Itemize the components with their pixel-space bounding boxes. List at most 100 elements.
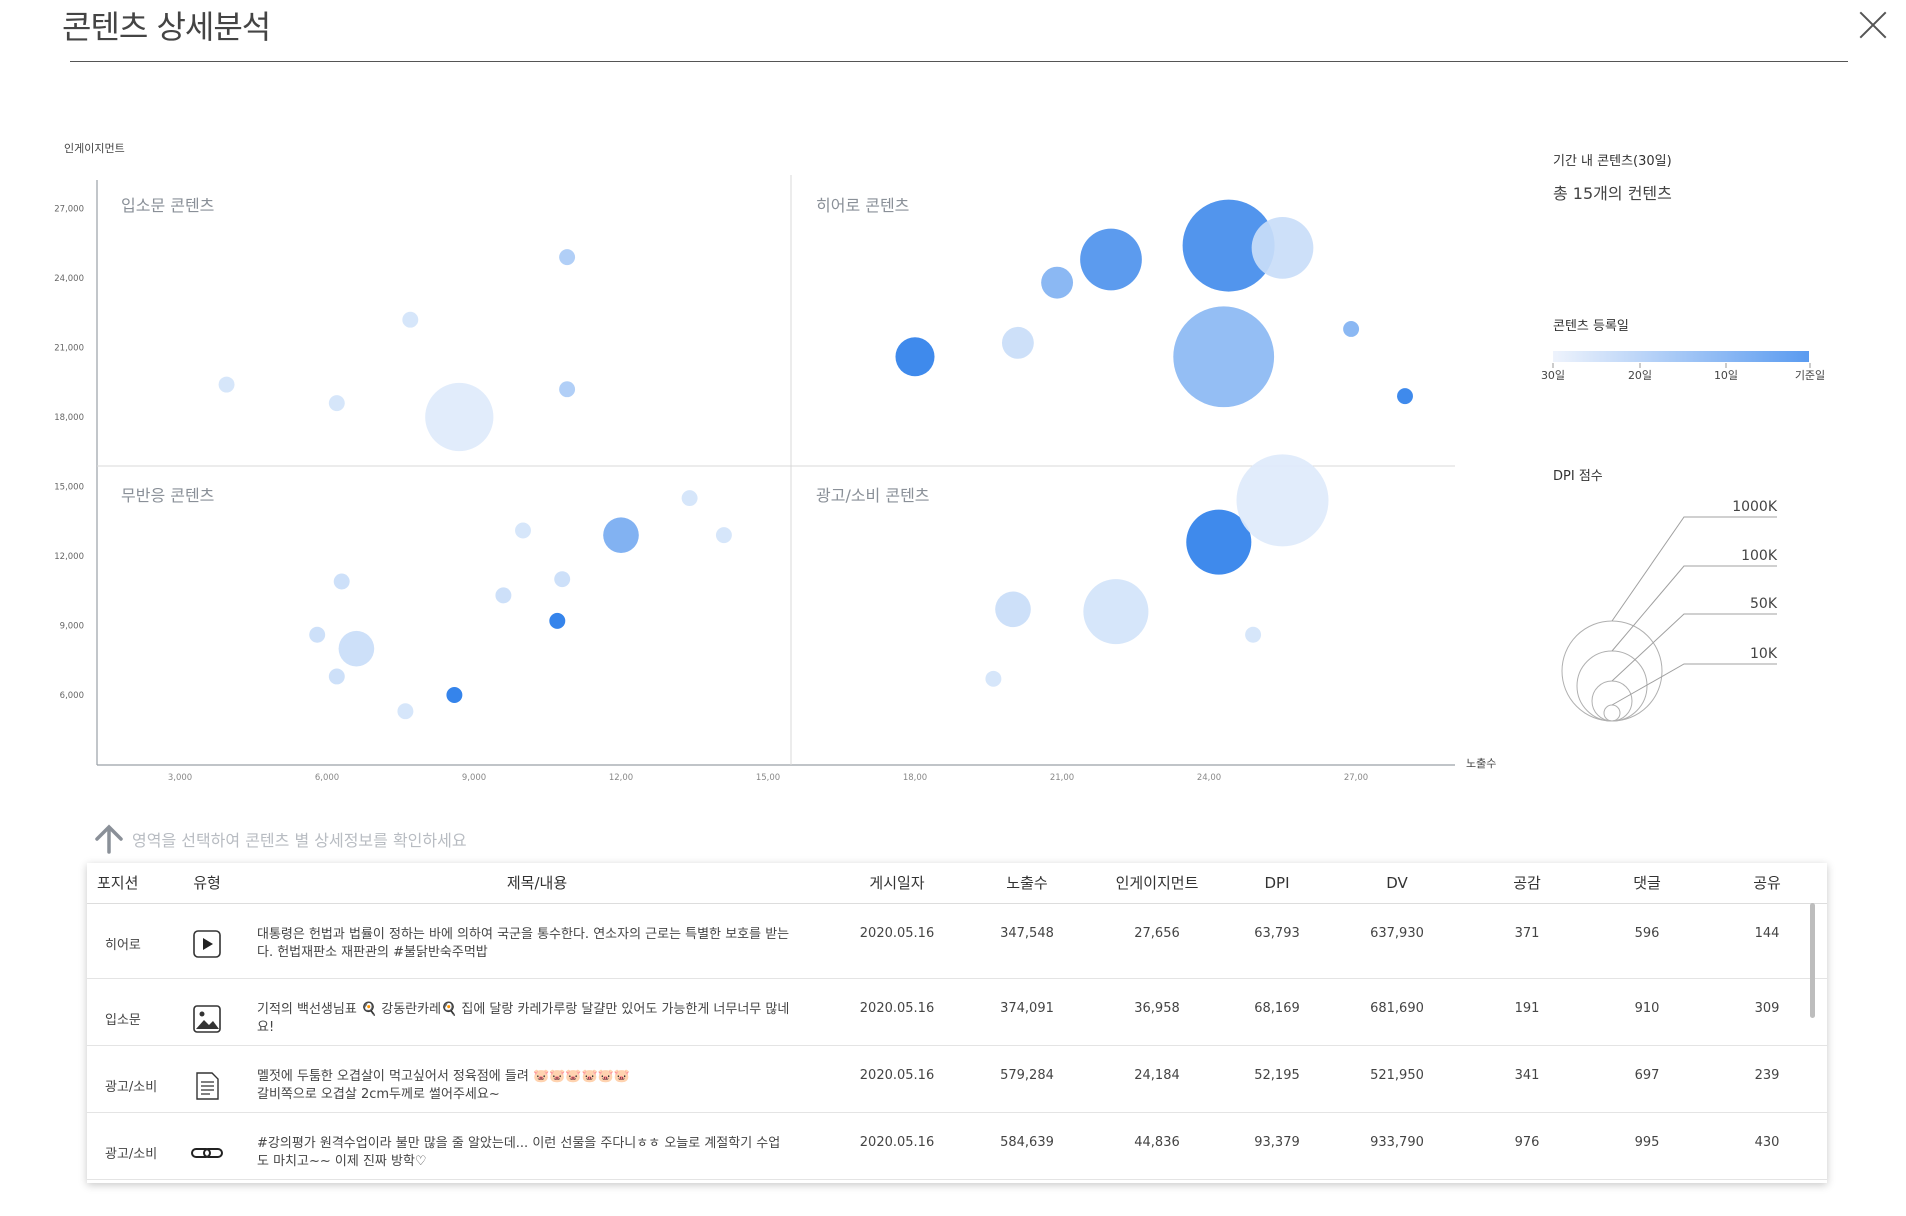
bubble-point[interactable] [985, 670, 1002, 687]
bubble-point[interactable] [309, 626, 326, 643]
x-tick-label: 3,000 [168, 773, 192, 783]
cell-engagement: 27,656 [1087, 903, 1227, 979]
bubble-point[interactable] [1041, 266, 1074, 299]
cell-shares: 239 [1707, 1045, 1827, 1113]
bubble-point[interactable] [397, 703, 414, 720]
quadrant-label[interactable]: 광고/소비 콘텐츠 [816, 486, 930, 505]
header-comments[interactable]: 댓글 [1587, 863, 1707, 904]
bubble-point[interactable] [1083, 579, 1149, 645]
bubble-point[interactable] [1080, 228, 1142, 291]
cell-impressions: 579,284 [967, 1045, 1087, 1113]
header-position[interactable]: 포지션 [87, 863, 167, 904]
bubble-point[interactable] [515, 522, 531, 539]
bubble-point[interactable] [1236, 454, 1329, 547]
cell-comments: 910 [1587, 978, 1707, 1046]
cell-comments: 596 [1587, 903, 1707, 979]
header-title[interactable]: 제목/내용 [247, 863, 827, 904]
header-dpi[interactable]: DPI [1227, 863, 1327, 904]
bubble-point[interactable] [559, 381, 576, 398]
bubble-point[interactable] [1001, 326, 1034, 359]
header-engagement[interactable]: 인게이지먼트 [1087, 863, 1227, 904]
cell-content[interactable]: 대통령은 헌법과 법률이 정하는 바에 의하여 국군을 통수한다. 연소자의 근… [247, 903, 827, 979]
bubble-point[interactable] [995, 591, 1031, 628]
x-tick-label: 21,00 [1050, 773, 1074, 783]
cell-dv: 933,790 [1327, 1112, 1467, 1180]
bubble-point[interactable] [554, 571, 571, 588]
table-row[interactable]: 입소문 기적의 백선생님표 🍳 강동란카레🍳 집에 달랑 카레가루랑 달걀만 있… [87, 978, 1827, 1046]
cell-likes: 191 [1467, 978, 1587, 1046]
table-row[interactable]: 광고/소비 멜젓에 두툼한 오겹살이 먹고싶어서 정육점에 들려 🐷🐷🐷🐷🐷🐷 갈… [87, 1045, 1827, 1113]
bubble-point[interactable] [681, 490, 698, 507]
cell-comments: 697 [1587, 1045, 1707, 1113]
dpi-legend-label: 1000K [1732, 499, 1778, 515]
bubble-point[interactable] [425, 382, 494, 452]
table-row[interactable]: 광고/소비 #강의평가 원격수업이라 불만 많을 줄 알았는데... 이런 선물… [87, 1112, 1827, 1180]
y-tick-label: 21,000 [54, 344, 84, 354]
bubble-point[interactable] [338, 630, 375, 667]
header-impressions[interactable]: 노출수 [967, 863, 1087, 904]
dpi-legend-label: 10K [1750, 646, 1778, 662]
period-label: 기간 내 콘텐츠(30일) [1553, 154, 1672, 169]
table-header-row: 포지션 유형 제목/내용 게시일자 노출수 인게이지먼트 DPI DV 공감 댓… [87, 863, 1827, 904]
table-scrollbar[interactable] [1810, 903, 1815, 1018]
x-tick-label: 15,00 [756, 773, 780, 783]
cell-position: 히어로 [87, 903, 167, 979]
cell-date: 2020.05.16 [827, 903, 967, 979]
x-tick-label: 27,00 [1344, 773, 1368, 783]
bubble-point[interactable] [603, 517, 639, 553]
cell-dv: 637,930 [1327, 903, 1467, 979]
cell-impressions: 347,548 [967, 903, 1087, 979]
dpi-legend-circle [1576, 650, 1648, 722]
date-legend-label: 기준일 [1795, 368, 1825, 382]
cell-engagement: 36,958 [1087, 978, 1227, 1046]
total-content-count: 총 15개의 컨텐츠 [1553, 184, 1672, 203]
y-tick-label: 18,000 [54, 413, 84, 423]
header-type[interactable]: 유형 [167, 863, 247, 904]
bubble-point[interactable] [1173, 306, 1275, 408]
dpi-legend-circle [1591, 680, 1633, 722]
header-shares[interactable]: 공유 [1707, 863, 1827, 904]
cell-position: 광고/소비 [87, 1045, 167, 1113]
dpi-legend-circle [1603, 704, 1621, 722]
quadrant-label[interactable]: 히어로 콘텐츠 [816, 196, 909, 215]
cell-date: 2020.05.16 [827, 1045, 967, 1113]
date-legend-title: 콘텐츠 등록일 [1553, 319, 1629, 334]
cell-content[interactable]: 멜젓에 두툼한 오겹살이 먹고싶어서 정육점에 들려 🐷🐷🐷🐷🐷🐷 갈비쪽으로 오… [247, 1045, 827, 1113]
x-axis-label: 노출수 [1466, 757, 1496, 770]
quadrant-label[interactable]: 무반응 콘텐츠 [121, 486, 214, 505]
bubble-point[interactable] [1343, 320, 1360, 337]
date-legend-label: 20일 [1628, 368, 1652, 382]
y-axis-label: 인게이지먼트 [64, 142, 125, 155]
bubble-chart[interactable]: 인게이지먼트노출수 6,000 9,000 12,000 15,000 18,000 21,… [0, 0, 1906, 800]
bubble-point[interactable] [402, 311, 419, 328]
header-dv[interactable]: DV [1327, 863, 1467, 904]
bubble-point[interactable] [328, 668, 345, 685]
bubble-point[interactable] [1251, 217, 1314, 279]
cell-type [167, 1045, 247, 1113]
header-date[interactable]: 게시일자 [827, 863, 967, 904]
quadrant-label[interactable]: 입소문 콘텐츠 [121, 196, 214, 215]
bubble-point[interactable] [895, 337, 935, 377]
date-legend-label: 10일 [1714, 368, 1738, 382]
cell-shares: 144 [1707, 903, 1827, 979]
bubble-point[interactable] [495, 587, 512, 604]
bubble-point[interactable] [328, 395, 345, 412]
bubble-point[interactable] [1397, 388, 1413, 405]
cell-content[interactable]: 기적의 백선생님표 🍳 강동란카레🍳 집에 달랑 카레가루랑 달걀만 있어도 가… [247, 978, 827, 1046]
y-tick-label: 12,000 [54, 552, 84, 562]
table-row[interactable]: 히어로 대통령은 헌법과 법률이 정하는 바에 의하여 국군을 통수한다. 연소… [87, 903, 1827, 979]
cell-dpi: 52,195 [1227, 1045, 1327, 1113]
link-icon [191, 1147, 223, 1158]
bubble-point[interactable] [549, 612, 566, 629]
bubble-point[interactable] [1245, 626, 1262, 643]
header-likes[interactable]: 공감 [1467, 863, 1587, 904]
y-tick-label: 24,000 [54, 274, 84, 284]
bubble-point[interactable] [715, 527, 732, 544]
bubble-point[interactable] [446, 687, 463, 703]
bubble-point[interactable] [218, 376, 235, 393]
dpi-legend-circle [1561, 620, 1663, 722]
cell-position: 입소문 [87, 978, 167, 1046]
bubble-point[interactable] [559, 249, 576, 266]
cell-content[interactable]: #강의평가 원격수업이라 불만 많을 줄 알았는데... 이런 선물을 주다니ㅎ… [247, 1112, 827, 1180]
bubble-point[interactable] [333, 573, 350, 590]
